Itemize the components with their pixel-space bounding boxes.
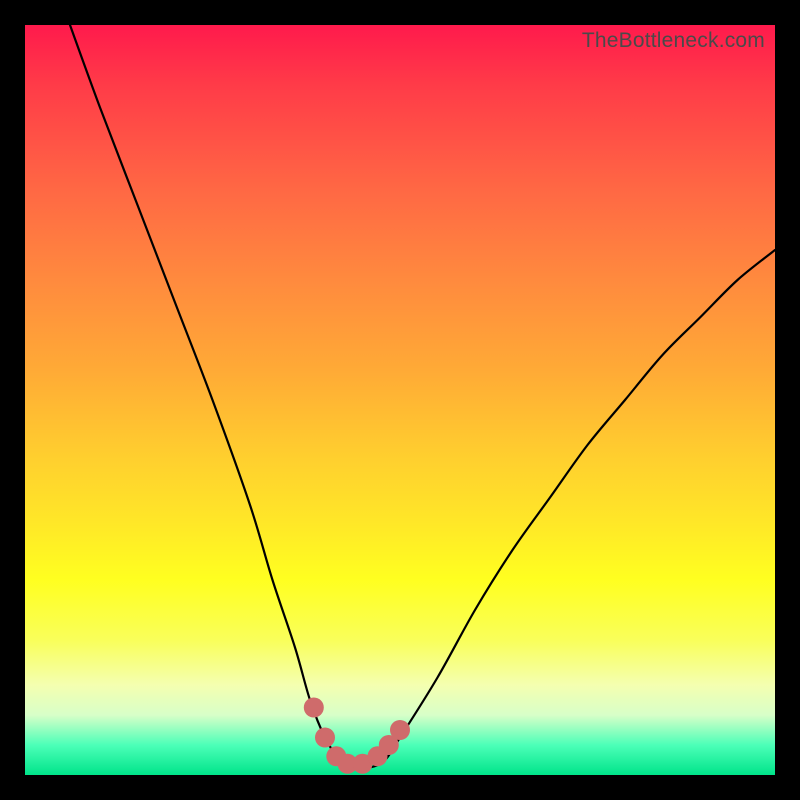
highlight-dot — [315, 728, 335, 748]
outer-frame: TheBottleneck.com — [0, 0, 800, 800]
bottleneck-curve-path — [70, 25, 775, 768]
plot-area: TheBottleneck.com — [25, 25, 775, 775]
highlight-dot — [390, 720, 410, 740]
chart-svg — [25, 25, 775, 775]
highlight-dots-group — [304, 698, 410, 774]
highlight-dot — [304, 698, 324, 718]
